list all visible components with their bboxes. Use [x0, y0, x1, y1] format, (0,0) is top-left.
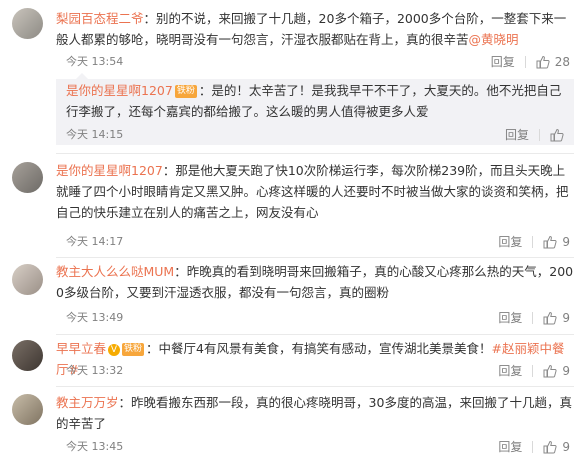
comment-content: 昨晚看搬东西那一段，真的很心疼晓明哥，30多度的高温，来回搬了十几趟，真的辛苦了: [56, 395, 572, 431]
reply-button[interactable]: 回复: [498, 362, 522, 380]
comment-meta: 今天 14:15 回复: [66, 126, 564, 144]
divider: [56, 153, 574, 154]
reply-button[interactable]: 回复: [498, 438, 522, 456]
comment-text: 教主万万岁：昨晚看搬东西那一段，真的很心疼晓明哥，30多度的高温，来回搬了十几趟…: [56, 395, 572, 431]
like-count: 9: [562, 364, 570, 378]
like-button[interactable]: 9: [543, 233, 570, 251]
timestamp: 今天 14:17: [66, 235, 124, 248]
vip-icon: V: [108, 343, 121, 356]
divider: [539, 129, 540, 141]
comment-body: 教主万万岁：昨晚看搬东西那一段，真的很心疼晓明哥，30多度的高温，来回搬了十几趟…: [56, 392, 574, 434]
comment-actions: 回复 9: [498, 362, 570, 380]
reply-text: 是你的星星啊1207 铁粉 ：是的！太辛苦了！是我我早干不干了，大夏天的。他不光把自…: [66, 83, 562, 119]
reply-button[interactable]: 回复: [498, 309, 522, 327]
divider: [56, 334, 574, 335]
fan-badge: 铁粉: [122, 343, 145, 356]
like-button[interactable]: 9: [543, 309, 570, 327]
divider: [532, 312, 534, 324]
fan-badge: 铁粉: [174, 85, 197, 98]
like-button[interactable]: [550, 128, 564, 142]
comment-body: 是你的星星啊1207：那是他大夏天跑了快10次阶梯运行李，每次阶梯239阶，而且…: [56, 160, 574, 223]
reply-button[interactable]: 回复: [491, 53, 515, 71]
avatar[interactable]: [12, 264, 43, 295]
avatar[interactable]: [12, 162, 43, 193]
comment-text: 是你的星星啊1207：那是他大夏天跑了快10次阶梯运行李，每次阶梯239阶，而且…: [56, 163, 569, 220]
comment-feed: 梨园百态程二爷：别的不说，来回搬了十几趟，20多个箱子，2000多个台阶，一整套…: [0, 0, 584, 462]
like-button[interactable]: 28: [536, 53, 570, 71]
comment-text: 梨园百态程二爷：别的不说，来回搬了十几趟，20多个箱子，2000多个台阶，一整套…: [56, 11, 567, 47]
divider: [56, 386, 574, 387]
like-count: 9: [562, 440, 570, 454]
thumbs-up-icon: [543, 440, 557, 454]
reply-thread: 是你的星星啊1207 铁粉 ：是的！太辛苦了！是我我早干不干了，大夏天的。他不光把自…: [56, 73, 574, 145]
commenter-name[interactable]: 是你的星星啊1207: [66, 83, 173, 98]
comment-meta: 今天 14:17 回复 9: [66, 233, 570, 251]
like-count: 28: [554, 55, 570, 69]
commenter-name[interactable]: 梨园百态程二爷: [56, 11, 144, 26]
comment-text: 教主大人么么哒MUM：昨晚真的看到晓明哥来回搬箱子，真的心酸又心疼那么热的天气，…: [56, 264, 574, 300]
avatar[interactable]: [12, 394, 43, 425]
commenter-name[interactable]: 是你的星星啊1207: [56, 163, 163, 178]
like-button[interactable]: 9: [543, 438, 570, 456]
thumbs-up-icon: [550, 128, 564, 142]
commenter-name[interactable]: 教主大人么么哒MUM: [56, 264, 174, 279]
timestamp: 今天 13:49: [66, 311, 124, 324]
comment-meta: 今天 13:49 回复 9: [66, 309, 570, 327]
commenter-name[interactable]: 教主万万岁: [56, 395, 119, 410]
comment-actions: 回复: [505, 126, 564, 144]
reply-caret: [76, 73, 88, 79]
comment-meta: 今天 13:54 回复 28: [66, 53, 570, 71]
avatar[interactable]: [12, 8, 43, 39]
divider: [524, 56, 526, 68]
thumbs-up-icon: [543, 311, 557, 325]
divider: [532, 236, 534, 248]
comment-actions: 回复 9: [498, 309, 570, 327]
divider: [532, 441, 534, 453]
comment-meta: 今天 13:45 回复 9: [66, 438, 570, 456]
comment-content: 中餐厅4有风景有美食，有搞笑有感动，宣传湖北美景美食！: [158, 341, 492, 356]
divider: [532, 365, 534, 377]
like-count: 9: [562, 235, 570, 249]
comment-body: 教主大人么么哒MUM：昨晚真的看到晓明哥来回搬箱子，真的心酸又心疼那么热的天气，…: [56, 261, 574, 303]
timestamp: 今天 13:54: [66, 55, 124, 68]
like-count: 9: [562, 311, 570, 325]
timestamp: 今天 14:15: [66, 128, 124, 141]
mention-link[interactable]: @黄晓明: [469, 32, 519, 47]
thumbs-up-icon: [536, 55, 550, 69]
like-button[interactable]: 9: [543, 362, 570, 380]
comment-actions: 回复 28: [491, 53, 570, 71]
comment-body: 梨园百态程二爷：别的不说，来回搬了十几趟，20多个箱子，2000多个台阶，一整套…: [56, 8, 574, 50]
comment-actions: 回复 9: [498, 233, 570, 251]
comment-meta: 今天 13:32 回复 9: [66, 362, 570, 380]
commenter-name[interactable]: 早早立春: [56, 341, 106, 356]
comment-actions: 回复 9: [498, 438, 570, 456]
reply-button[interactable]: 回复: [498, 233, 522, 251]
timestamp: 今天 13:45: [66, 440, 124, 453]
timestamp: 今天 13:32: [66, 364, 124, 377]
thumbs-up-icon: [543, 364, 557, 378]
thumbs-up-icon: [543, 235, 557, 249]
divider: [56, 257, 574, 258]
reply-button[interactable]: 回复: [505, 126, 529, 144]
avatar[interactable]: [12, 340, 43, 371]
